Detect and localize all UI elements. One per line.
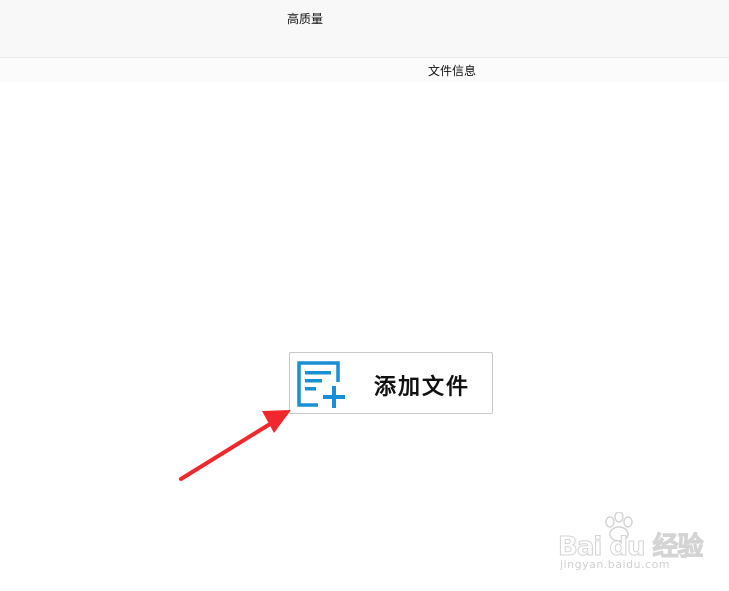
- file-list-header: 文件信息: [0, 57, 729, 83]
- add-file-button[interactable]: 添加文件: [289, 352, 493, 414]
- file-info-column-header: 文件信息: [428, 64, 477, 78]
- top-panel: 高质量: [0, 0, 729, 57]
- file-list-area: [0, 82, 729, 591]
- add-file-label: 添加文件: [374, 374, 471, 400]
- quality-label[interactable]: 高质量: [287, 10, 323, 27]
- add-file-icon: [297, 361, 345, 408]
